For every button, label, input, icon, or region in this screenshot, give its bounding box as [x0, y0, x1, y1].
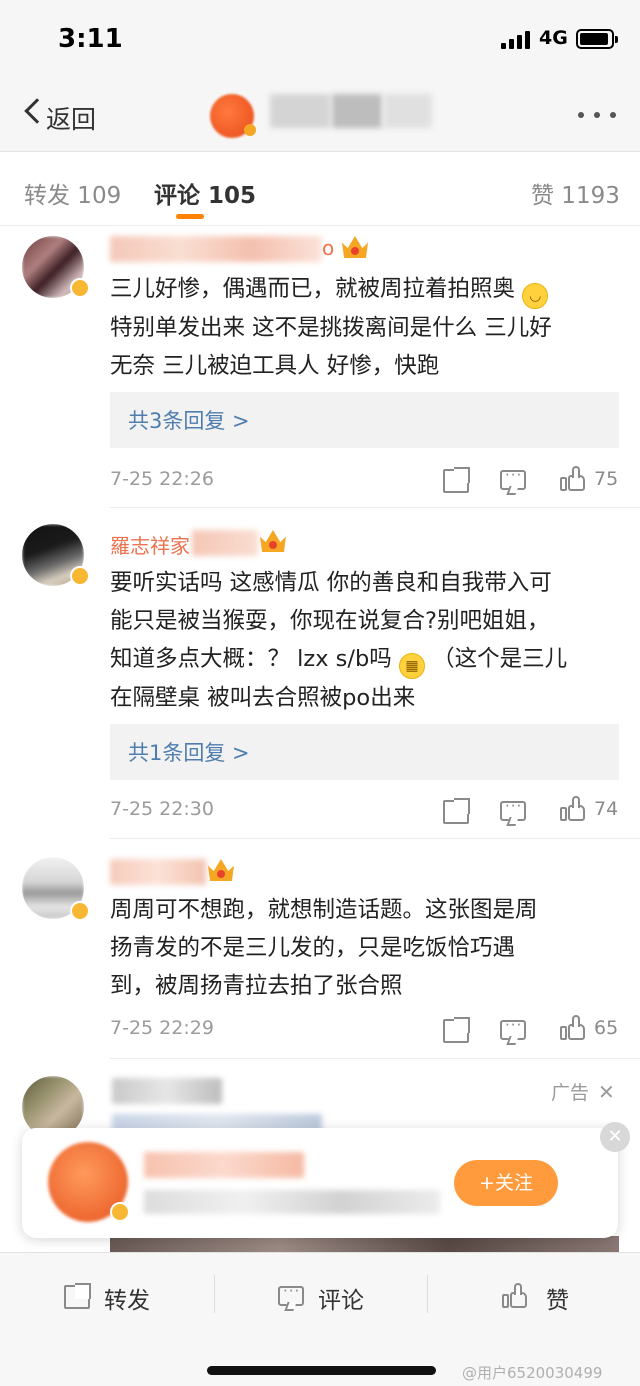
- comment-time: 7-25 22:29: [110, 1017, 214, 1039]
- watermark: @用户6520030499: [462, 1364, 603, 1382]
- repost-icon: [64, 1283, 91, 1309]
- comment-label: 评论: [318, 1288, 364, 1314]
- ad-image: [110, 1236, 619, 1252]
- verified-badge-icon: [70, 901, 90, 921]
- tab-repost[interactable]: 转发 109: [24, 176, 121, 210]
- comment-item: 周周可不想跑，就想制造话题。这张图是周 扬青发的不是三儿发的，只是吃饭恰巧遇 到…: [0, 839, 640, 1059]
- comment-icon[interactable]: [500, 466, 526, 490]
- like-icon: [502, 1283, 528, 1309]
- comment-line: 三儿好惨，偶遇而已，就被周拉着拍照奥 ◡: [110, 270, 630, 309]
- home-indicator[interactable]: [207, 1366, 436, 1375]
- nav-bar: 返回: [0, 80, 640, 152]
- author-name-redacted: [270, 94, 330, 128]
- view-replies-link[interactable]: 共1条回复 >: [128, 737, 250, 767]
- tab-active-indicator: [176, 214, 204, 219]
- back-label: 返回: [46, 105, 97, 134]
- ad-username-redacted: [112, 1078, 222, 1104]
- like-icon[interactable]: [560, 1015, 586, 1041]
- username-redacted: [110, 859, 206, 885]
- share-icon[interactable]: [443, 1017, 470, 1043]
- like-label: 赞: [546, 1288, 569, 1314]
- like-count: 74: [594, 798, 619, 820]
- like-icon[interactable]: [560, 466, 586, 492]
- grin-emoji-icon: ▦: [398, 653, 425, 679]
- ad-close-icon[interactable]: ✕: [598, 1080, 615, 1104]
- comment-item: o 三儿好惨，偶遇而已，就被周拉着拍照奥 ◡ 特别单发出来 这不是挑拨离间是什么…: [0, 226, 640, 508]
- verified-badge-icon: [70, 278, 90, 298]
- comment-button[interactable]: 评论: [276, 1279, 376, 1314]
- comment-text: 三儿好惨，偶遇而已，就被周拉着拍照奥 ◡ 特别单发出来 这不是挑拨离间是什么 三…: [110, 270, 630, 385]
- reply-box[interactable]: 共1条回复 >: [110, 724, 619, 780]
- cellular-signal-icon: [501, 31, 533, 49]
- crown-icon: [260, 530, 286, 552]
- comment-text: 周周可不想跑，就想制造话题。这张图是周 扬青发的不是三儿发的，只是吃饭恰巧遇 到…: [110, 891, 630, 1005]
- comment-line: 无奈 三儿被迫工具人 好惨，快跑: [110, 353, 440, 379]
- comment-icon[interactable]: [500, 797, 526, 821]
- comment-icon: [278, 1282, 304, 1306]
- comment-item: 羅志祥家 要听实话吗 这感情瓜 你的善良和自我带入可 能只是被当猴耍，你现在说复…: [0, 508, 640, 839]
- more-options-icon[interactable]: [578, 110, 618, 120]
- network-type: 4G: [539, 27, 568, 49]
- like-icon[interactable]: [560, 796, 586, 822]
- username-redacted: [192, 530, 258, 556]
- username[interactable]: 羅志祥家: [110, 530, 190, 559]
- like-button[interactable]: 赞: [502, 1279, 582, 1314]
- comment-line: 扬青发的不是三儿发的，只是吃饭恰巧遇: [110, 935, 516, 961]
- comment-icon[interactable]: [500, 1016, 526, 1040]
- card-name-redacted: [144, 1152, 304, 1178]
- crown-icon: [342, 236, 368, 258]
- like-count: 65: [594, 1017, 619, 1039]
- card-desc-redacted: [144, 1190, 440, 1214]
- share-icon[interactable]: [443, 467, 470, 493]
- author-name-redacted: [332, 94, 382, 128]
- crown-icon: [208, 859, 234, 881]
- view-replies-link[interactable]: 共3条回复 >: [128, 405, 250, 435]
- comment-time: 7-25 22:26: [110, 468, 214, 490]
- verified-badge-icon: [70, 566, 90, 586]
- comment-line: 特别单发出来 这不是挑拨离间是什么 三儿好: [110, 315, 552, 341]
- comment-line: 要听实话吗 这感情瓜 你的善良和自我带入可: [110, 570, 552, 596]
- smile-emoji-icon: ◡: [522, 283, 549, 309]
- comment-line: 知道多点大概：？ lzx s/b吗 ▦ （这个是三儿: [110, 640, 630, 679]
- verified-badge-icon: [244, 124, 256, 136]
- username-redacted: [110, 236, 322, 262]
- close-icon[interactable]: ✕: [600, 1122, 630, 1152]
- follow-button[interactable]: +关注: [454, 1160, 558, 1206]
- ad-label: 广告: [551, 1082, 590, 1104]
- verified-badge-icon: [110, 1202, 130, 1222]
- comment-line: 周周可不想跑，就想制造话题。这张图是周: [110, 897, 538, 923]
- share-icon[interactable]: [443, 798, 470, 824]
- back-button[interactable]: 返回: [14, 88, 110, 144]
- tab-likes[interactable]: 赞 1193: [531, 176, 620, 210]
- divider: [110, 1058, 640, 1059]
- follow-card: ✕ +关注: [22, 1122, 630, 1238]
- repost-button[interactable]: 转发: [62, 1279, 162, 1314]
- username[interactable]: o: [322, 236, 334, 260]
- comment-text: 要听实话吗 这感情瓜 你的善良和自我带入可 能只是被当猴耍，你现在说复合?别吧姐…: [110, 564, 630, 717]
- divider: [427, 1275, 428, 1313]
- status-bar: 3:11 4G: [0, 0, 640, 80]
- comment-line: 到，被周扬青拉去拍了张合照: [110, 973, 403, 999]
- status-time: 3:11: [58, 24, 123, 54]
- divider: [214, 1275, 215, 1313]
- comment-line: 能只是被当猴耍，你现在说复合?别吧姐姐，: [110, 608, 550, 634]
- battery-icon: [576, 29, 618, 49]
- tabs: 转发 109 评论 105 赞 1193: [0, 152, 640, 226]
- tab-comments[interactable]: 评论 105: [154, 176, 256, 210]
- comment-line: 在隔壁桌 被叫去合照被po出来: [110, 685, 416, 711]
- reply-box[interactable]: 共3条回复 >: [110, 392, 619, 448]
- like-count: 75: [594, 468, 619, 490]
- comment-time: 7-25 22:30: [110, 798, 214, 820]
- repost-label: 转发: [104, 1288, 150, 1314]
- author-name-redacted: [384, 94, 432, 128]
